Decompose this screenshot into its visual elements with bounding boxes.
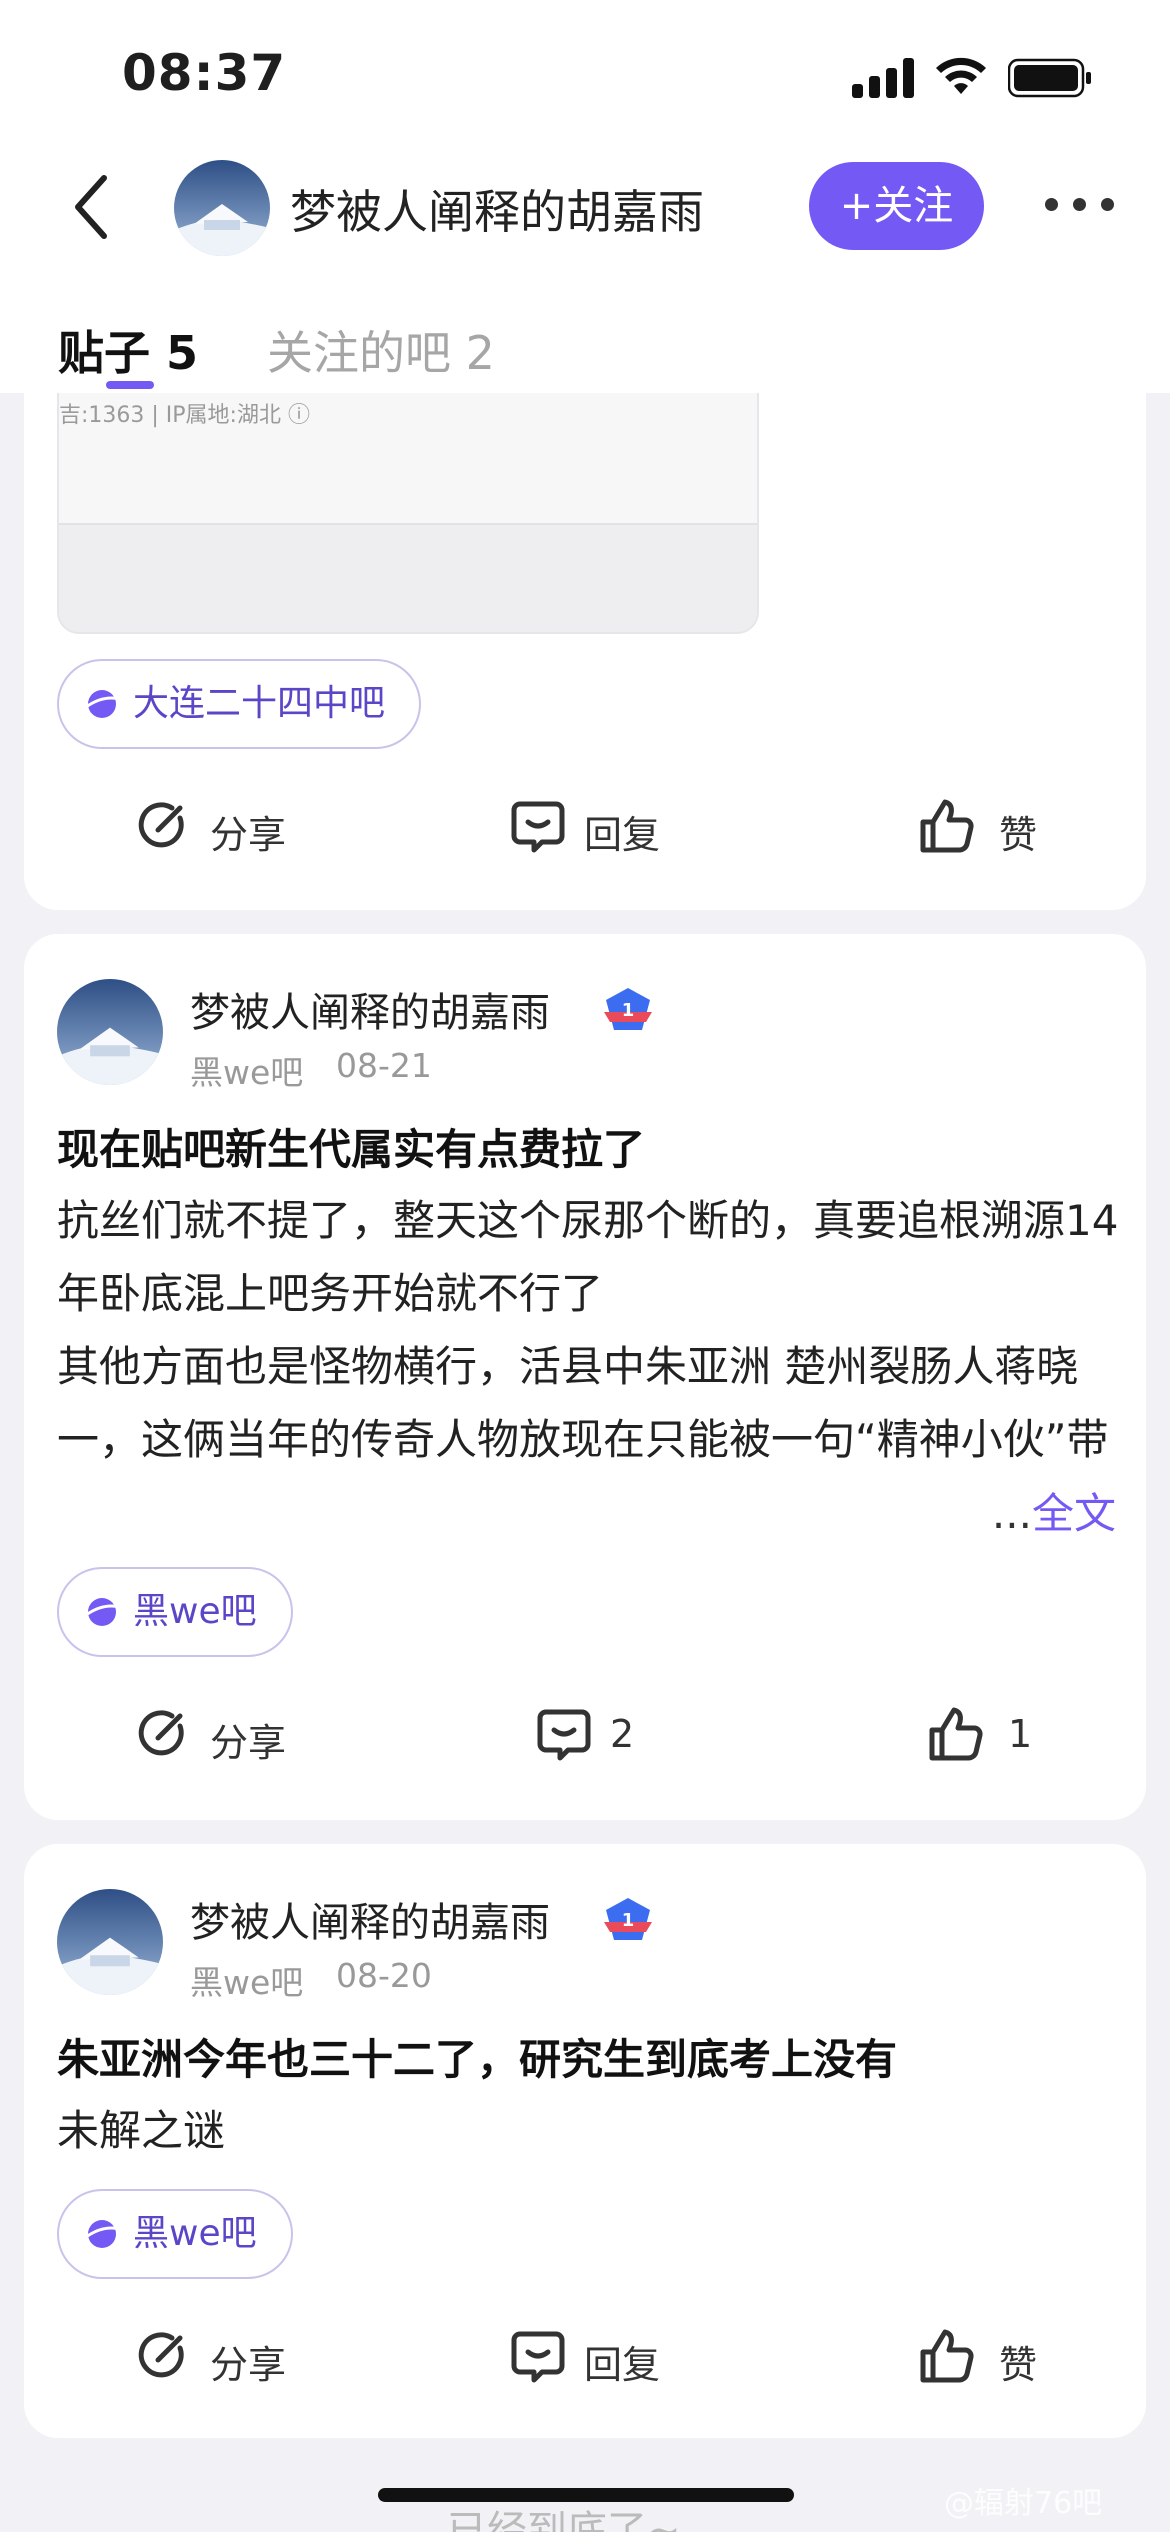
post-card: 梦被人阐释的胡嘉雨 1 黑we吧 08-21 现在贴吧新生代属实有点费拉了 抗丝… [24, 934, 1146, 1820]
forum-chip[interactable]: 黑we吧 [57, 1567, 293, 1657]
share-label: 分享 [210, 2343, 287, 2387]
like-count: 1 [1008, 1712, 1033, 1756]
status-time: 08:37 [122, 44, 287, 102]
post-date: 08-20 [336, 1956, 432, 1995]
profile-header: 梦被人阐释的胡嘉雨 +关注 [0, 150, 1170, 265]
post-author[interactable]: 梦被人阐释的胡嘉雨 [190, 980, 550, 1038]
thumbs-up-icon [920, 799, 974, 853]
more-options-icon[interactable] [1045, 190, 1115, 220]
reply-label: 回复 [584, 813, 661, 857]
thumbs-up-icon [920, 2329, 974, 2383]
profile-tabs: 贴子 5 关注的吧 2 [0, 265, 1170, 393]
share-label: 分享 [210, 813, 287, 857]
active-tab-indicator [106, 381, 154, 389]
status-bar: 08:37 [0, 0, 1170, 150]
share-icon [138, 2332, 184, 2378]
forum-planet-icon [85, 1598, 121, 1626]
avatar[interactable] [174, 160, 270, 256]
reply-count: 2 [610, 1712, 635, 1756]
like-label: 赞 [999, 813, 1038, 857]
thumbs-up-icon [929, 1707, 983, 1761]
read-full-link[interactable]: ...全文 [992, 1480, 1116, 1541]
share-label: 分享 [210, 1721, 287, 1765]
share-icon [138, 1710, 184, 1756]
post-card: 吉:1363 | IP属地:湖北 ⓘ 大连二十四中吧 分享 回复 赞 [24, 393, 1146, 910]
tab-posts[interactable]: 贴子 5 [58, 317, 198, 383]
preview-lower-area [59, 525, 757, 632]
follow-button[interactable]: +关注 [809, 162, 984, 250]
forum-planet-icon [85, 2220, 121, 2248]
forum-chip[interactable]: 黑we吧 [57, 2189, 293, 2279]
comment-icon [511, 801, 565, 853]
forum-planet-icon [85, 690, 121, 718]
post-card: 梦被人阐释的胡嘉雨 1 黑we吧 08-20 朱亚洲今年也三十二了，研究生到底考… [24, 1844, 1146, 2438]
post-body[interactable]: 未解之谜 [57, 2094, 1127, 2167]
ellipsis: ... [991, 1489, 1032, 1538]
forum-chip-label: 黑we吧 [133, 1591, 257, 1632]
forum-chip-label: 大连二十四中吧 [133, 683, 386, 724]
preview-meta-text: 吉:1363 | IP属地:湖北 ⓘ [59, 403, 310, 428]
level-badge-icon: 1 [604, 988, 652, 1030]
post-title[interactable]: 现在贴吧新生代属实有点费拉了 [57, 1116, 645, 1177]
share-icon [138, 802, 184, 848]
post-image-preview[interactable]: 吉:1363 | IP属地:湖北 ⓘ [57, 393, 759, 634]
post-author[interactable]: 梦被人阐释的胡嘉雨 [190, 1890, 550, 1948]
wifi-icon [936, 57, 986, 94]
svg-text:1: 1 [622, 1000, 635, 1021]
reply-label: 回复 [584, 2343, 661, 2387]
forum-chip-label: 黑we吧 [133, 2213, 257, 2254]
comment-icon [511, 2331, 565, 2383]
post-source-forum[interactable]: 黑we吧 [190, 1956, 303, 2004]
battery-icon [1008, 58, 1091, 98]
back-arrow-icon[interactable] [70, 172, 114, 242]
watermark-text: @辐射76吧 [944, 2486, 1103, 2521]
tab-followed-forums[interactable]: 关注的吧 2 [267, 317, 495, 383]
post-title[interactable]: 朱亚洲今年也三十二了，研究生到底考上没有 [57, 2026, 897, 2087]
post-date: 08-21 [336, 1046, 432, 1085]
avatar[interactable] [57, 1889, 163, 1995]
cellular-signal-icon [852, 58, 914, 98]
svg-text:1: 1 [622, 1910, 635, 1931]
end-of-list-text: 已经到底了~ [447, 2508, 681, 2532]
comment-icon [537, 1709, 591, 1761]
avatar[interactable] [57, 979, 163, 1085]
like-label: 赞 [999, 2343, 1038, 2387]
profile-username: 梦被人阐释的胡嘉雨 [290, 185, 704, 239]
read-full-label: 全文 [1031, 1489, 1116, 1538]
post-source-forum[interactable]: 黑we吧 [190, 1046, 303, 1094]
post-body[interactable]: 抗丝们就不提了，整天这个尿那个断的，真要追根溯源14年卧底混上吧务开始就不行了 … [57, 1184, 1127, 1476]
level-badge-icon: 1 [604, 1898, 652, 1940]
forum-chip[interactable]: 大连二十四中吧 [57, 659, 422, 749]
home-indicator[interactable] [378, 2488, 794, 2502]
